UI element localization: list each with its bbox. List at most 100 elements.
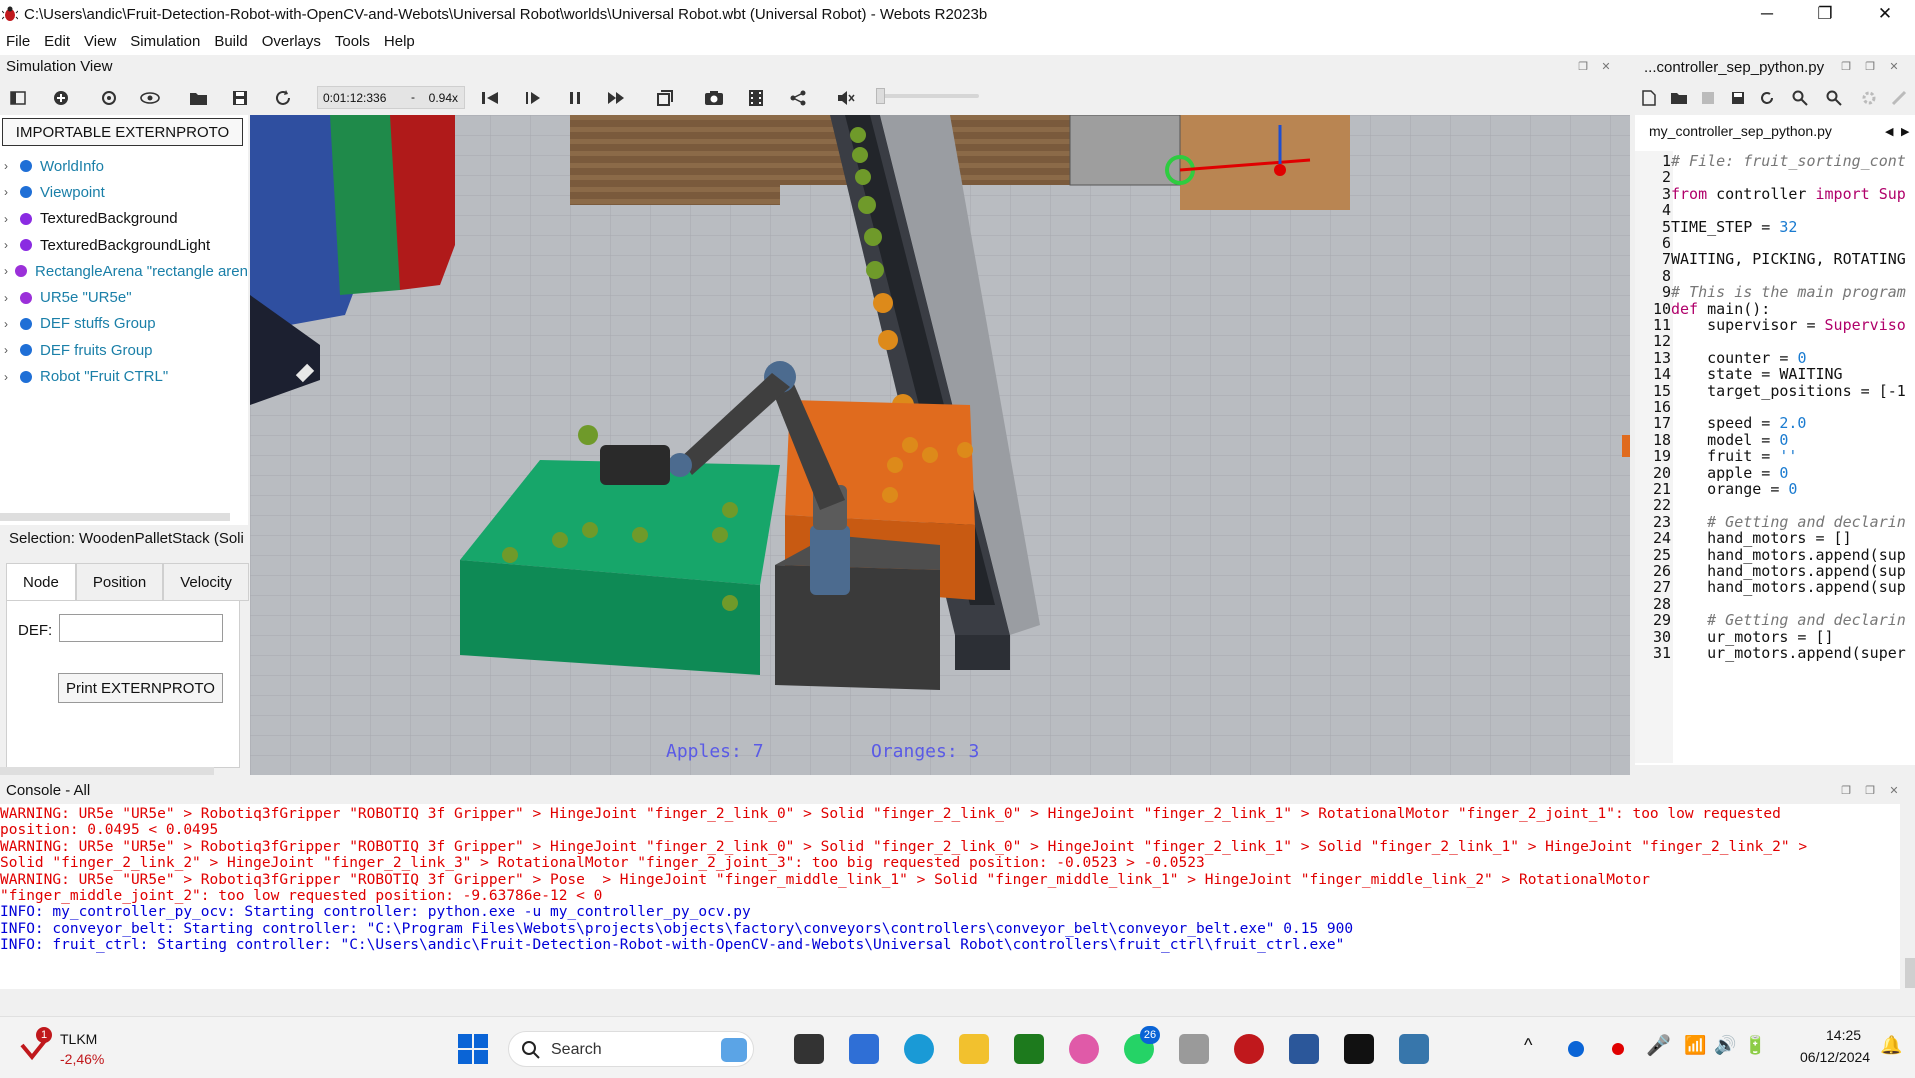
toggle-scene-tree-icon[interactable] — [7, 87, 29, 109]
expand-chevron-icon[interactable]: › — [4, 291, 14, 305]
menu-help[interactable]: Help — [378, 33, 423, 50]
scene-tree-scrollbar[interactable] — [0, 513, 230, 521]
expand-chevron-icon[interactable]: › — [4, 185, 14, 199]
scene-tree-node[interactable]: › RectangleArena "rectangle aren — [0, 258, 248, 284]
wifi-icon[interactable]: 📶 — [1684, 1035, 1706, 1056]
expand-chevron-icon[interactable]: › — [4, 238, 14, 252]
expand-chevron-icon[interactable]: › — [4, 159, 14, 173]
reset-view-icon[interactable] — [98, 87, 120, 109]
expand-chevron-icon[interactable]: › — [4, 264, 9, 278]
maximize-button[interactable]: ❐ — [1796, 0, 1854, 28]
build-gear-icon[interactable] — [1858, 87, 1880, 109]
scene-tree-node[interactable]: › Viewpoint — [0, 179, 248, 205]
whatsapp-icon[interactable]: 26 — [1124, 1026, 1160, 1064]
onedrive-icon[interactable] — [1568, 1041, 1584, 1057]
pause-icon[interactable] — [564, 87, 586, 109]
expand-chevron-icon[interactable]: › — [4, 212, 14, 226]
copilot-icon[interactable] — [1069, 1034, 1099, 1064]
expand-chevron-icon[interactable]: › — [4, 343, 14, 357]
mute-sound-icon[interactable] — [835, 87, 857, 109]
close-view-icon[interactable]: ✕ — [1598, 59, 1614, 75]
menu-file[interactable]: File — [0, 33, 38, 50]
close-button[interactable]: ✕ — [1856, 0, 1914, 28]
menu-edit[interactable]: Edit — [38, 33, 78, 50]
save-file-disabled-icon[interactable] — [1697, 87, 1719, 109]
volume-icon[interactable]: 🔊 — [1714, 1035, 1736, 1056]
code-editor[interactable]: 1 # File: fruit_sorting_cont 2 3 from contro… — [1635, 151, 1915, 763]
notification-bell-icon[interactable]: 🔔 — [1880, 1035, 1902, 1056]
xbox-icon[interactable] — [1014, 1034, 1044, 1064]
editor-float-icon[interactable]: ❐ — [1838, 59, 1854, 75]
menu-build[interactable]: Build — [208, 33, 255, 50]
menu-simulation[interactable]: Simulation — [124, 33, 208, 50]
volume-slider-handle[interactable] — [876, 88, 885, 104]
scene-tree-node[interactable]: › DEF fruits Group — [0, 337, 248, 363]
tab-position[interactable]: Position — [75, 563, 164, 601]
scene-tree-node[interactable]: › UR5e "UR5e" — [0, 284, 248, 310]
webots-taskbar-icon[interactable] — [1234, 1034, 1264, 1064]
editor-close-icon[interactable]: ✕ — [1886, 59, 1902, 75]
scene-tree-node[interactable]: › DEF stuffs Group — [0, 311, 248, 337]
minimize-button[interactable]: ─ — [1738, 0, 1796, 28]
console-scrollbar[interactable] — [1905, 958, 1915, 988]
tab-node[interactable]: Node — [6, 563, 76, 601]
editor-maximize-icon[interactable]: ❐ — [1862, 59, 1878, 75]
edge-browser-icon[interactable] — [904, 1034, 934, 1064]
fast-forward-icon[interactable] — [605, 87, 627, 109]
stock-widget[interactable]: 1 TLKM -2,46% — [20, 1027, 120, 1071]
save-all-icon[interactable] — [1727, 87, 1749, 109]
visibility-eye-icon[interactable] — [139, 87, 161, 109]
editor-tab-left-arrow-icon[interactable]: ◀ — [1885, 125, 1893, 138]
clock-time[interactable]: 14:25 — [1826, 1027, 1861, 1043]
menu-tools[interactable]: Tools — [329, 33, 378, 50]
tab-velocity[interactable]: Velocity — [163, 563, 249, 601]
open-world-icon[interactable] — [188, 87, 210, 109]
screenshot-camera-icon[interactable] — [703, 87, 725, 109]
share-icon[interactable] — [787, 87, 809, 109]
antivirus-icon[interactable] — [1612, 1043, 1624, 1055]
menu-view[interactable]: View — [78, 33, 124, 50]
def-input[interactable] — [59, 614, 223, 642]
open-file-icon[interactable] — [1668, 87, 1690, 109]
clean-icon[interactable] — [1888, 87, 1910, 109]
scene-tree-node[interactable]: › TexturedBackground — [0, 206, 248, 232]
terminal-icon[interactable] — [1344, 1034, 1374, 1064]
microsoft-store-icon[interactable] — [849, 1034, 879, 1064]
python-icon[interactable] — [1399, 1034, 1429, 1064]
record-movie-icon[interactable] — [745, 87, 767, 109]
3d-simulation-view[interactable]: Apples: 7 Oranges: 3 — [250, 115, 1630, 775]
console-float-icon[interactable]: ❐ — [1838, 783, 1854, 799]
importable-externproto-button[interactable]: IMPORTABLE EXTERNPROTO — [2, 118, 243, 146]
rstudio-icon[interactable] — [1179, 1034, 1209, 1064]
gizmo-center[interactable] — [1274, 164, 1286, 176]
revert-file-icon[interactable] — [1756, 87, 1778, 109]
expand-chevron-icon[interactable]: › — [4, 317, 14, 331]
editor-file-tab[interactable]: my_controller_sep_python.py — [1641, 117, 1832, 147]
scene-tree-node[interactable]: › TexturedBackgroundLight — [0, 232, 248, 258]
word-icon[interactable] — [1289, 1034, 1319, 1064]
3d-scene[interactable] — [250, 115, 1630, 775]
scene-tree-node[interactable]: › WorldInfo — [0, 153, 248, 179]
menu-overlays[interactable]: Overlays — [256, 33, 329, 50]
find-icon[interactable] — [1789, 87, 1811, 109]
scene-tree-node[interactable]: › Robot "Fruit CTRL" — [0, 363, 248, 389]
expand-chevron-icon[interactable]: › — [4, 370, 14, 384]
selection-scrollbar[interactable] — [0, 767, 214, 775]
clock-date[interactable]: 06/12/2024 — [1800, 1049, 1870, 1065]
editor-tab-right-arrow-icon[interactable]: ▶ — [1901, 125, 1909, 138]
show-hidden-icons-icon[interactable]: ^ — [1524, 1035, 1532, 1056]
console-output[interactable]: WARNING: UR5e "UR5e" > Robotiq3fGripper … — [0, 804, 1900, 989]
reload-world-icon[interactable] — [272, 87, 294, 109]
taskbar-search-box[interactable]: Search — [508, 1031, 754, 1067]
task-view-icon[interactable] — [794, 1034, 824, 1064]
volume-slider[interactable] — [876, 88, 979, 104]
console-close-icon[interactable]: ✕ — [1886, 783, 1902, 799]
new-file-icon[interactable] — [1638, 87, 1660, 109]
reset-simulation-icon[interactable] — [479, 87, 501, 109]
float-view-icon[interactable]: ❐ — [1575, 59, 1591, 75]
start-windows-icon[interactable] — [458, 1034, 488, 1064]
find-replace-icon[interactable] — [1823, 87, 1845, 109]
print-externproto-button[interactable]: Print EXTERNPROTO — [58, 673, 223, 703]
microphone-icon[interactable]: 🎤 — [1646, 1033, 1671, 1058]
file-explorer-icon[interactable] — [959, 1034, 989, 1064]
